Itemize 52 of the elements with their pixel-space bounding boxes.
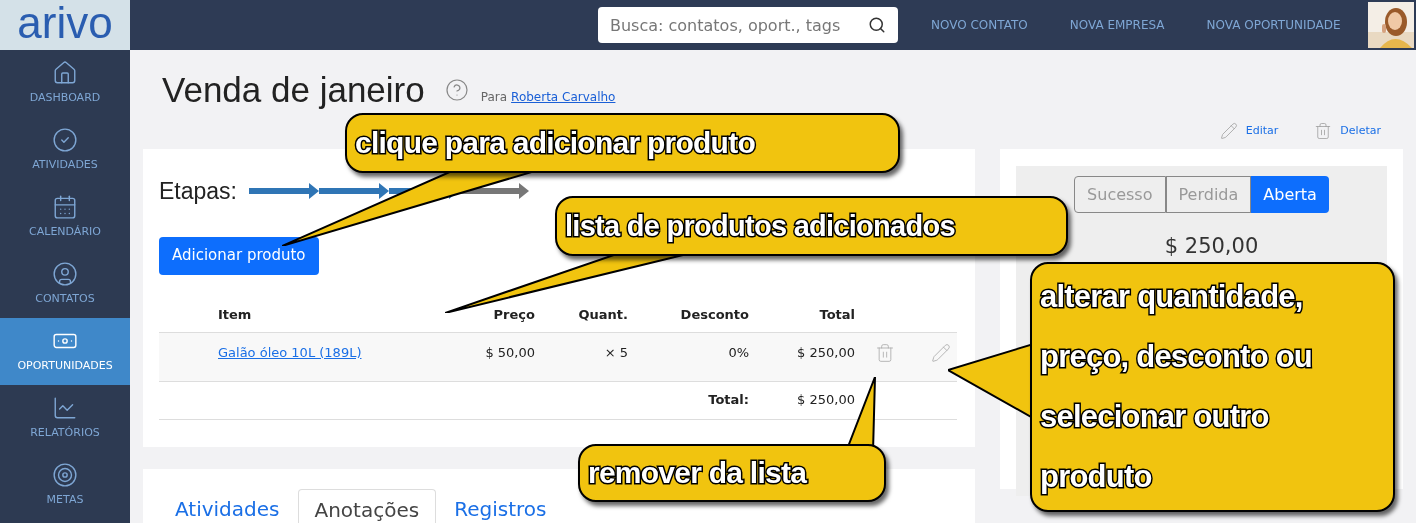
action-link[interactable]: Editar [1245,122,1279,140]
deal-amount: $ 250,00 [1164,233,1259,260]
page-title: Venda de janeiro [162,70,425,110]
sidebar-item[interactable]: CALENDÁRIO [0,184,130,251]
check-circle-icon [52,127,78,154]
product-link[interactable]: Galão óleo 10L (189L) [218,342,440,362]
pencil-icon[interactable] [1219,122,1238,140]
column-header: Total [819,306,855,325]
pencil-icon[interactable] [931,342,951,363]
status-option[interactable]: Aberta [1251,176,1329,213]
logo[interactable]: arivo [17,1,113,49]
for-label: Para [480,89,508,106]
callout-text: alterar quantidade, preço, desconto ou selecionar outro produto [1040,278,1313,496]
status-option[interactable]: Sucesso [1074,176,1166,213]
column-header: Item [218,306,253,325]
tab[interactable]: Registros [438,489,563,523]
tab[interactable]: Atividades [159,489,296,523]
trash-icon[interactable] [875,342,895,363]
tab[interactable]: Anotações [297,489,437,523]
sidebar-item[interactable]: ATIVIDADES [0,117,130,184]
sidebar-item[interactable]: DASHBOARD [0,50,130,117]
sidebar-item[interactable]: RELATÓRIOS [0,385,130,452]
total-value: $ 250,00 [797,391,855,410]
sidebar-item[interactable]: METAS [0,452,130,519]
column-header: Quant. [578,306,628,325]
table-cell-text: 0% [728,343,749,362]
table-cell-text: × 5 [604,343,628,362]
sidebar-item[interactable]: CONTATOS [0,251,130,318]
person-circle-icon [52,261,78,288]
top-link[interactable]: NOVA EMPRESA [1069,16,1165,34]
search-field[interactable]: Busca: contatos, oport., tags [598,7,898,43]
column-header: Preço [493,306,535,325]
target-icon [52,462,78,489]
trash-icon[interactable] [1314,122,1333,140]
help-icon[interactable] [444,78,469,102]
callout-text: lista de produtos adicionados [565,209,955,244]
callout-text: clique para adicionar produto [355,125,755,161]
contact-link[interactable]: Roberta Carvalho [511,88,616,106]
table-cell-text: $ 50,00 [485,343,535,362]
callout-text: remover da lista [588,455,807,491]
action-link[interactable]: Deletar [1340,122,1381,140]
search-icon[interactable] [868,16,886,34]
stages-label: Etapas: [159,177,237,206]
add-product-button[interactable]: Adicionar produto [159,236,319,275]
sidebar-item[interactable]: OPORTUNIDADES [0,318,130,385]
top-link[interactable]: NOVO CONTATO [931,16,1028,34]
table-cell-text: $ 250,00 [797,343,855,362]
status-option[interactable]: Perdida [1165,176,1252,213]
total-label: Total: [708,391,749,410]
top-link[interactable]: NOVA OPORTUNIDADE [1206,16,1341,34]
calendar-icon [52,194,78,221]
column-header: Desconto [680,306,749,325]
